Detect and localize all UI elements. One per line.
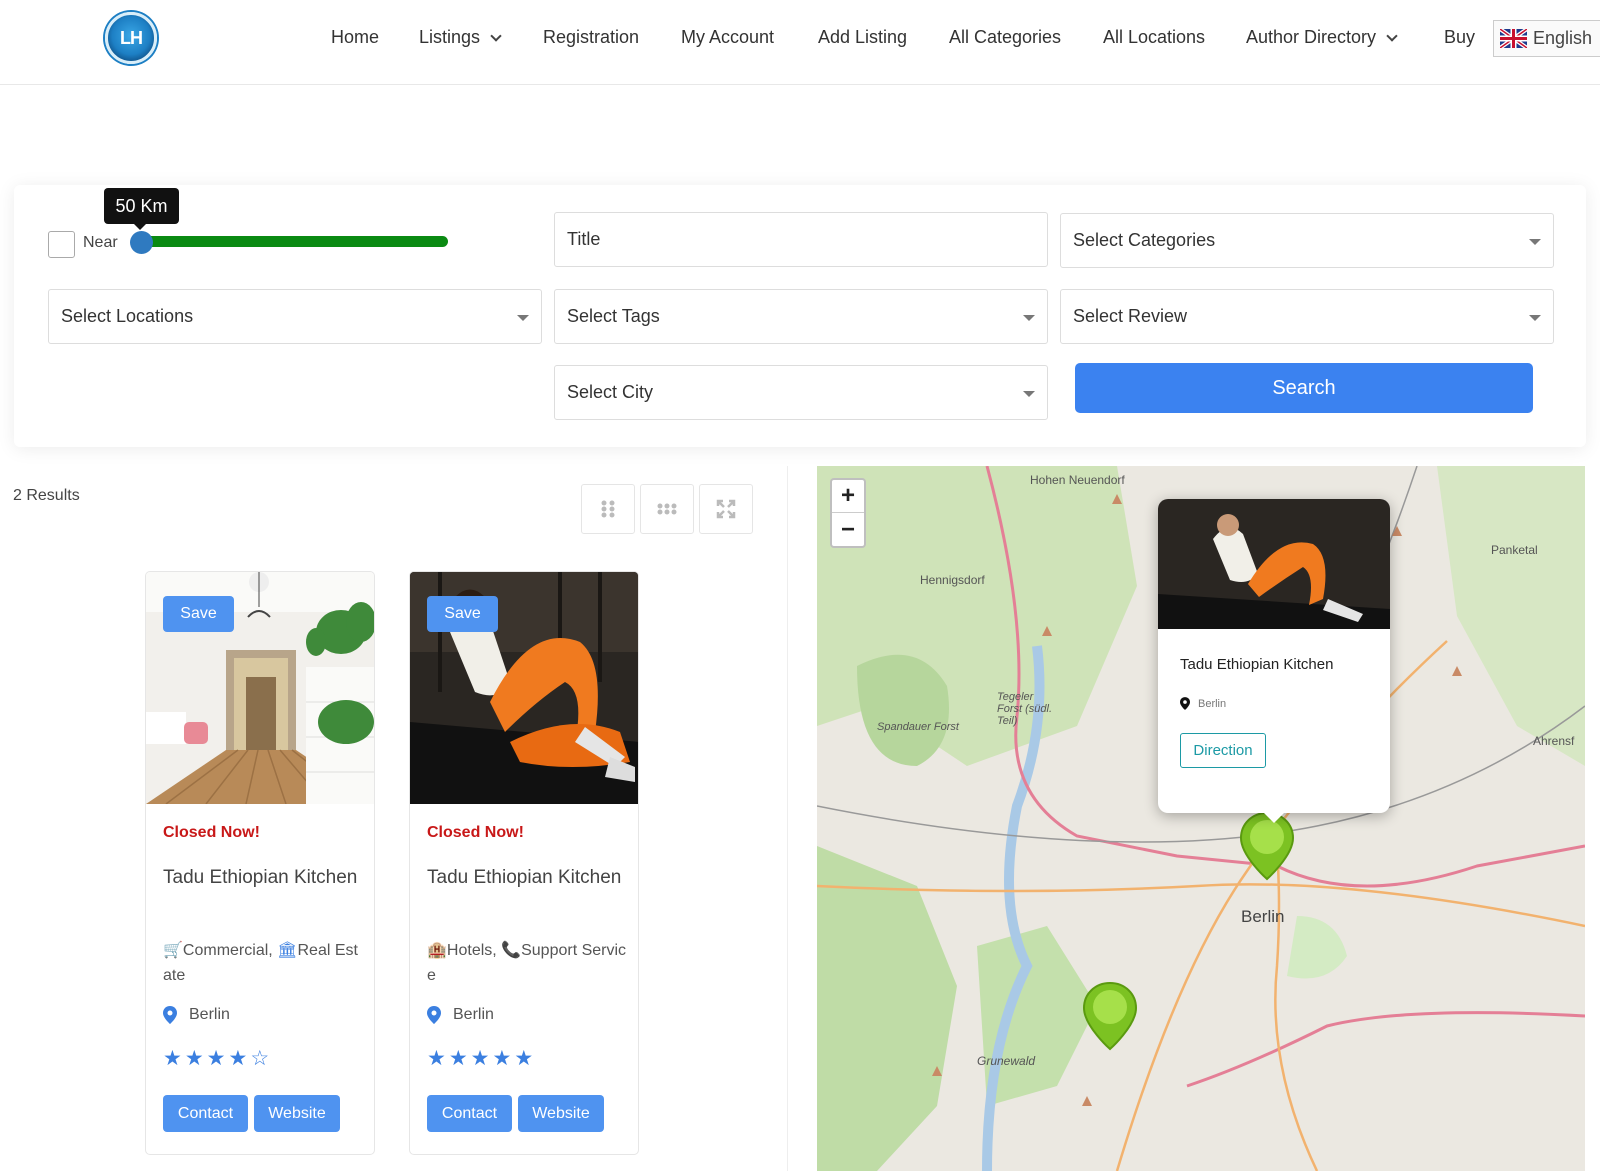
listing-location: Berlin bbox=[427, 1006, 494, 1024]
star-filled-icon: ★ bbox=[184, 1047, 204, 1070]
zoom-in-button[interactable]: + bbox=[832, 480, 864, 513]
direction-button[interactable]: Direction bbox=[1180, 733, 1266, 768]
listing-title[interactable]: Tadu Ethiopian Kitchen bbox=[163, 864, 363, 892]
caret-down-icon bbox=[1529, 239, 1541, 245]
nav-author-directory[interactable]: Author Directory bbox=[1246, 27, 1398, 48]
chevron-down-icon bbox=[1386, 29, 1398, 42]
locations-select[interactable]: Select Locations bbox=[48, 289, 542, 344]
near-label: Near bbox=[83, 234, 118, 251]
grid-3-view-button[interactable] bbox=[640, 484, 694, 534]
website-button[interactable]: Website bbox=[518, 1095, 604, 1132]
popup-image[interactable] bbox=[1158, 499, 1390, 629]
radius-slider-handle[interactable] bbox=[130, 231, 153, 254]
nav-all-locations[interactable]: All Locations bbox=[1103, 27, 1205, 48]
map-label: Ahrensf bbox=[1533, 734, 1575, 748]
map-marker-icon[interactable] bbox=[1082, 981, 1138, 1051]
zoom-out-button[interactable]: − bbox=[832, 513, 864, 546]
listing-location: Berlin bbox=[163, 1006, 230, 1024]
title-input[interactable]: Title bbox=[554, 212, 1048, 267]
map-pin-icon bbox=[427, 1006, 441, 1024]
nav-all-categories[interactable]: All Categories bbox=[949, 27, 1061, 48]
nav-registration[interactable]: Registration bbox=[543, 27, 639, 48]
contact-button[interactable]: Contact bbox=[427, 1095, 512, 1132]
map-label: Grunewald bbox=[977, 1054, 1036, 1068]
search-button[interactable]: Search bbox=[1075, 363, 1533, 413]
column-divider bbox=[787, 466, 788, 1171]
caret-down-icon bbox=[1529, 315, 1541, 321]
nav-buy[interactable]: Buy bbox=[1444, 27, 1475, 48]
tags-select[interactable]: Select Tags bbox=[554, 289, 1048, 344]
grid-2-icon bbox=[601, 500, 615, 518]
map-pin-icon bbox=[1180, 697, 1190, 710]
listing-categories: 🏨Hotels, 📞Support Service bbox=[427, 942, 627, 984]
map-label: Berlin bbox=[1241, 907, 1285, 926]
language-selector[interactable]: English bbox=[1493, 20, 1600, 57]
fullscreen-view-button[interactable] bbox=[699, 484, 753, 534]
near-checkbox[interactable] bbox=[48, 231, 75, 258]
rating-stars: ★ ★ ★ ★ ★ bbox=[427, 1046, 533, 1071]
radius-tooltip: 50 Km bbox=[104, 188, 179, 230]
star-filled-icon: ★ bbox=[427, 1047, 446, 1070]
grid-3-icon bbox=[657, 503, 677, 515]
map-popup: Tadu Ethiopian Kitchen Berlin Direction bbox=[1158, 499, 1390, 823]
nav-my-account[interactable]: My Account bbox=[681, 27, 774, 48]
map-label: Panketal bbox=[1491, 543, 1538, 557]
listing-title[interactable]: Tadu Ethiopian Kitchen bbox=[427, 864, 627, 892]
star-filled-icon: ★ bbox=[206, 1047, 226, 1070]
star-empty-icon: ☆ bbox=[250, 1047, 270, 1070]
site-logo[interactable]: LH bbox=[105, 12, 157, 64]
uk-flag-icon bbox=[1500, 29, 1527, 48]
contact-button[interactable]: Contact bbox=[163, 1095, 248, 1132]
caret-down-icon bbox=[517, 315, 529, 321]
map-zoom-control: + − bbox=[830, 478, 866, 548]
listing-categories: 🛒Commercial, 🏛Real Estate bbox=[163, 942, 358, 984]
city-select[interactable]: Select City bbox=[554, 365, 1048, 420]
star-filled-icon: ★ bbox=[228, 1047, 248, 1070]
nav-add-listing[interactable]: Add Listing bbox=[818, 27, 907, 48]
caret-down-icon bbox=[1023, 315, 1035, 321]
popup-title[interactable]: Tadu Ethiopian Kitchen bbox=[1180, 656, 1333, 673]
map-label: Tegeler Forst (südl. Teil) bbox=[997, 691, 1053, 727]
website-button[interactable]: Website bbox=[254, 1095, 340, 1132]
status-badge: Closed Now! bbox=[427, 824, 524, 841]
status-badge: Closed Now! bbox=[163, 824, 260, 841]
radius-slider-track[interactable] bbox=[140, 236, 448, 247]
listing-card[interactable]: Save Closed Now! Tadu Ethiopian Kitchen … bbox=[145, 571, 375, 1155]
popup-location: Berlin bbox=[1180, 697, 1226, 710]
map-label: Hennigsdorf bbox=[920, 573, 985, 587]
site-header: LH Home Listings Registration My Account… bbox=[0, 0, 1600, 85]
star-filled-icon: ★ bbox=[492, 1047, 512, 1070]
map-pin-icon bbox=[163, 1006, 177, 1024]
hotel-icon: 🏨 bbox=[427, 942, 447, 959]
listing-card[interactable]: Save Closed Now! Tadu Ethiopian Kitchen … bbox=[409, 571, 639, 1155]
cart-icon: 🛒 bbox=[163, 942, 183, 959]
map-label: Spandauer Forst bbox=[877, 721, 959, 733]
rating-stars: ★ ★ ★ ★ ☆ bbox=[163, 1046, 269, 1071]
grid-2-view-button[interactable] bbox=[581, 484, 635, 534]
star-filled-icon: ★ bbox=[163, 1047, 182, 1070]
expand-icon bbox=[716, 499, 736, 519]
results-count: 2 Results bbox=[13, 487, 80, 504]
map-label: Hohen Neuendorf bbox=[1030, 473, 1125, 487]
save-button[interactable]: Save bbox=[427, 596, 498, 632]
star-filled-icon: ★ bbox=[514, 1047, 534, 1070]
star-filled-icon: ★ bbox=[470, 1047, 490, 1070]
save-button[interactable]: Save bbox=[163, 596, 234, 632]
categories-select[interactable]: Select Categories bbox=[1060, 213, 1554, 268]
review-select[interactable]: Select Review bbox=[1060, 289, 1554, 344]
building-icon: 🏛 bbox=[277, 942, 298, 959]
phone-icon: 📞 bbox=[501, 942, 522, 959]
chevron-down-icon bbox=[490, 29, 502, 42]
results-map[interactable]: Hohen Neuendorf Hennigsdorf Panketal Ahr… bbox=[817, 466, 1585, 1171]
nav-listings[interactable]: Listings bbox=[419, 27, 502, 48]
caret-down-icon bbox=[1023, 391, 1035, 397]
nav-home[interactable]: Home bbox=[331, 27, 379, 48]
star-filled-icon: ★ bbox=[448, 1047, 468, 1070]
